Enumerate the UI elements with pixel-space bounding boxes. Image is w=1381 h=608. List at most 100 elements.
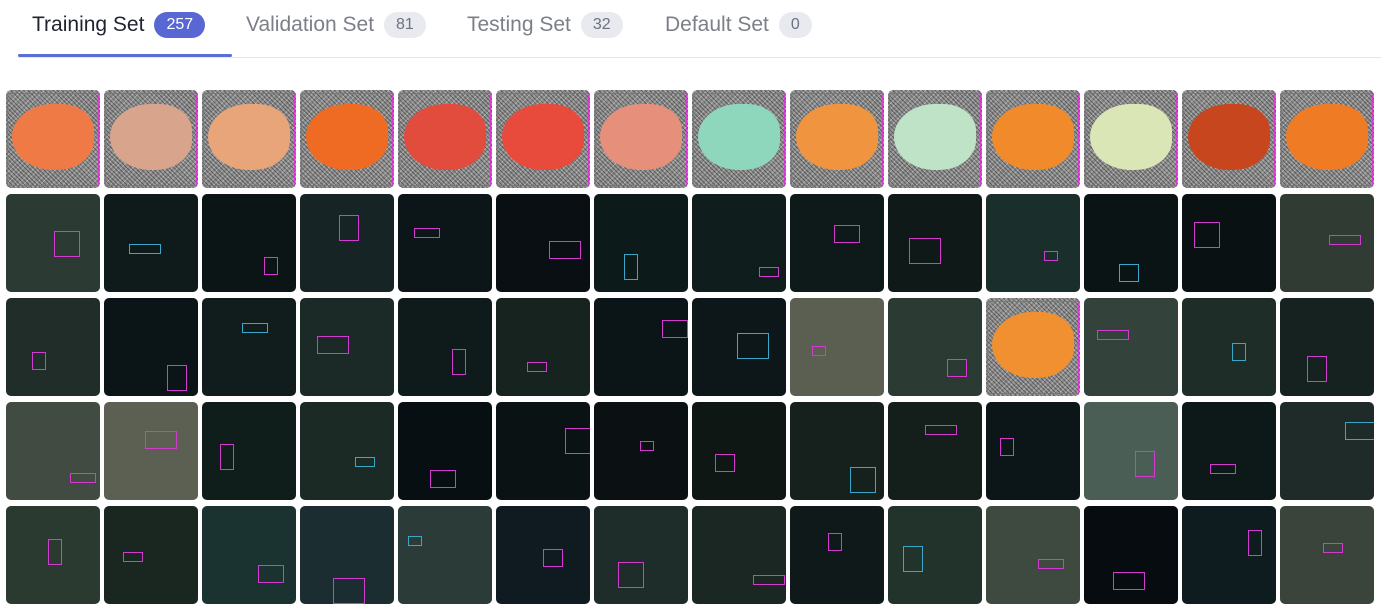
image-thumbnail[interactable] [398,402,492,500]
count-badge: 81 [384,12,426,38]
bounding-box [1000,438,1014,456]
image-thumbnail[interactable] [888,298,982,396]
image-thumbnail[interactable] [594,506,688,604]
bounding-box [1038,559,1064,569]
image-thumbnail[interactable] [300,194,394,292]
image-thumbnail[interactable] [594,194,688,292]
image-thumbnail[interactable] [202,194,296,292]
image-thumbnail[interactable] [790,194,884,292]
image-thumbnail[interactable] [986,402,1080,500]
bounding-box [317,336,349,354]
image-thumbnail[interactable] [1280,402,1374,500]
image-thumbnail[interactable] [202,506,296,604]
image-thumbnail[interactable] [1084,90,1178,188]
image-thumbnail[interactable] [1084,402,1178,500]
image-thumbnail[interactable] [692,506,786,604]
image-thumbnail[interactable] [888,194,982,292]
image-thumbnail[interactable] [594,402,688,500]
tab-training-set[interactable]: Training Set 257 [32,8,206,42]
image-thumbnail[interactable] [692,298,786,396]
image-thumbnail[interactable] [790,298,884,396]
image-thumbnail[interactable] [1084,298,1178,396]
image-thumbnail[interactable] [202,298,296,396]
image-thumbnail[interactable] [300,402,394,500]
image-thumbnail[interactable] [1182,298,1276,396]
bounding-box [1210,464,1236,474]
image-thumbnail[interactable] [986,506,1080,604]
bounding-box [339,215,359,241]
bounding-box [203,93,295,186]
image-thumbnail[interactable] [300,298,394,396]
image-thumbnail[interactable] [1280,506,1374,604]
tab-validation-set[interactable]: Validation Set 81 [246,8,426,42]
image-thumbnail[interactable] [1280,194,1374,292]
bounding-box [1119,264,1139,282]
image-thumbnail[interactable] [888,506,982,604]
image-thumbnail[interactable] [594,298,688,396]
image-thumbnail[interactable] [888,90,982,188]
bounding-box [1194,222,1220,248]
image-thumbnail[interactable] [104,90,198,188]
image-thumbnail[interactable] [1182,402,1276,500]
image-thumbnail[interactable] [496,90,590,188]
bounding-box [715,454,735,472]
image-thumbnail[interactable] [594,90,688,188]
image-thumbnail[interactable] [888,402,982,500]
image-thumbnail[interactable] [6,90,100,188]
bounding-box [1345,422,1374,440]
bounding-box [527,362,547,372]
bounding-box [543,549,563,567]
image-thumbnail[interactable] [6,194,100,292]
image-thumbnail[interactable] [986,90,1080,188]
image-thumbnail[interactable] [202,402,296,500]
image-thumbnail[interactable] [1084,194,1178,292]
bounding-box [1307,356,1327,382]
image-thumbnail[interactable] [1182,506,1276,604]
image-thumbnail[interactable] [986,298,1080,396]
image-thumbnail[interactable] [398,194,492,292]
image-grid [6,90,1374,604]
bounding-box [430,470,456,488]
image-thumbnail[interactable] [398,298,492,396]
image-thumbnail[interactable] [6,298,100,396]
bounding-box [333,578,365,604]
image-thumbnail[interactable] [1084,506,1178,604]
image-thumbnail[interactable] [496,402,590,500]
tab-testing-set[interactable]: Testing Set 32 [467,8,623,42]
image-thumbnail[interactable] [398,90,492,188]
image-thumbnail[interactable] [104,194,198,292]
image-thumbnail[interactable] [790,506,884,604]
image-thumbnail[interactable] [300,506,394,604]
image-thumbnail[interactable] [104,298,198,396]
bounding-box [399,93,491,186]
image-thumbnail[interactable] [6,506,100,604]
image-thumbnail[interactable] [6,402,100,500]
image-thumbnail[interactable] [692,194,786,292]
bounding-box [947,359,967,377]
bounding-box [145,431,177,449]
image-thumbnail[interactable] [692,90,786,188]
count-badge: 32 [580,12,623,38]
tab-label: Testing Set [467,13,571,36]
image-thumbnail[interactable] [104,402,198,500]
image-thumbnail[interactable] [496,506,590,604]
image-thumbnail[interactable] [496,194,590,292]
image-thumbnail[interactable] [1280,90,1374,188]
image-thumbnail[interactable] [1280,298,1374,396]
image-thumbnail[interactable] [986,194,1080,292]
tab-default-set[interactable]: Default Set 0 [665,8,812,42]
image-thumbnail[interactable] [104,506,198,604]
bounding-box [1183,93,1275,186]
image-thumbnail[interactable] [202,90,296,188]
image-thumbnail[interactable] [496,298,590,396]
image-thumbnail[interactable] [398,506,492,604]
image-thumbnail[interactable] [1182,194,1276,292]
bounding-box [355,457,375,467]
image-thumbnail[interactable] [790,402,884,500]
bounding-box [812,346,826,356]
image-thumbnail[interactable] [1182,90,1276,188]
bounding-box [497,93,589,186]
image-thumbnail[interactable] [692,402,786,500]
image-thumbnail[interactable] [300,90,394,188]
image-thumbnail[interactable] [790,90,884,188]
